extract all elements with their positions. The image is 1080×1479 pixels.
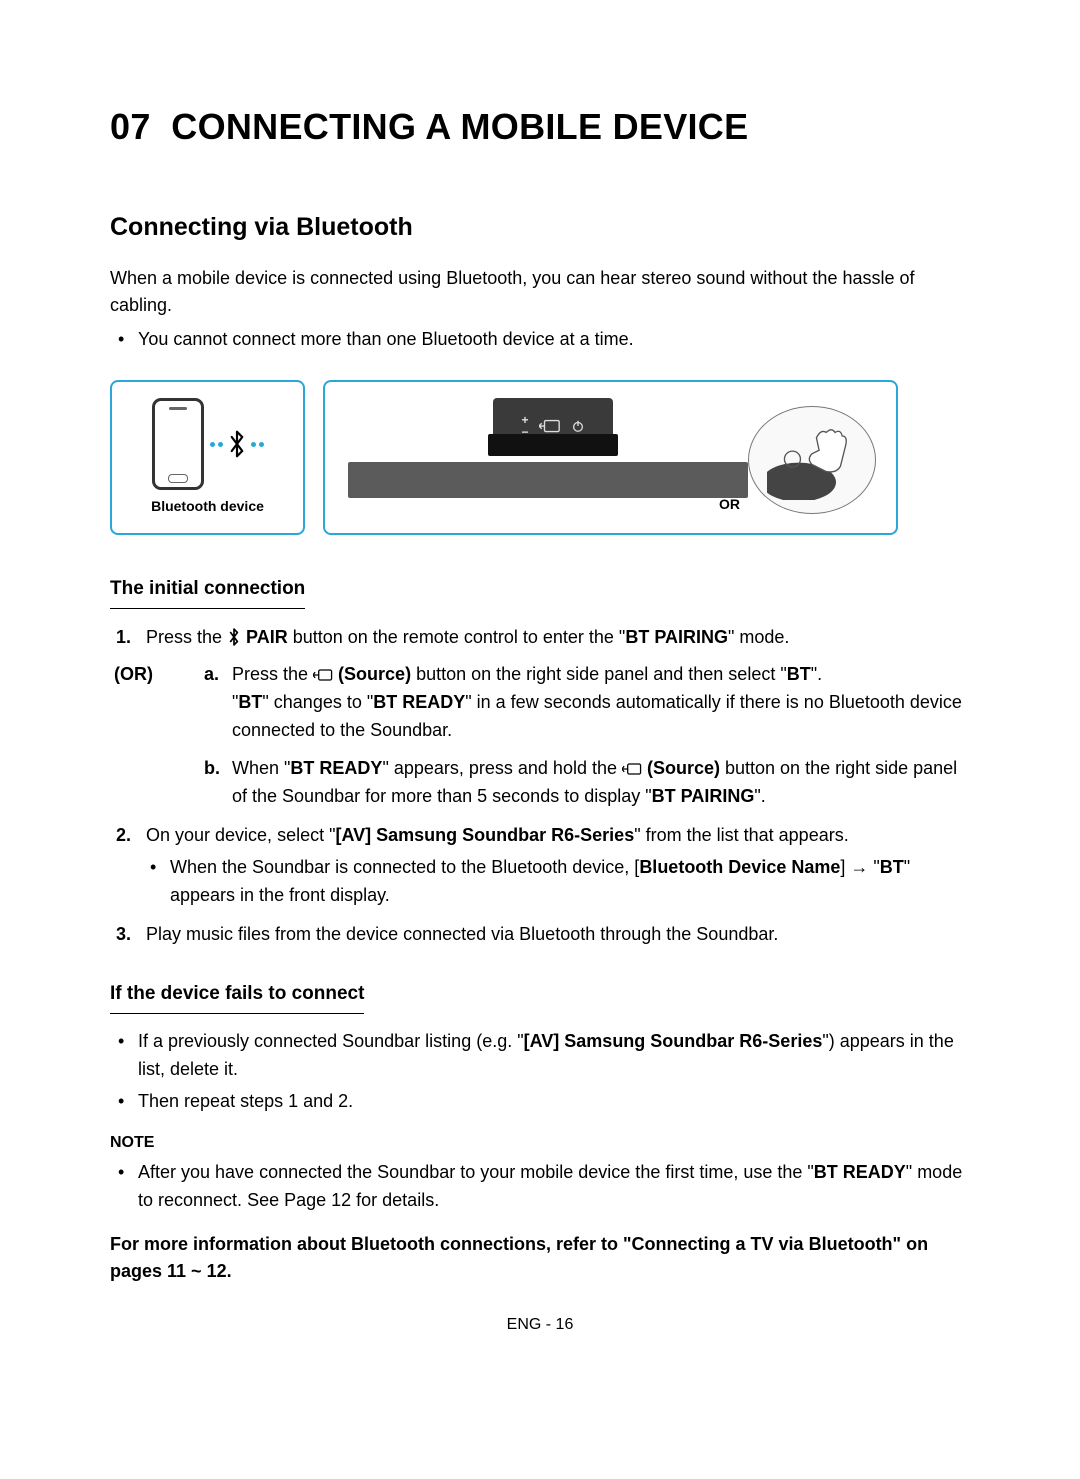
subsection-heading: Connecting via Bluetooth <box>110 209 970 247</box>
step-2-sub: When the Soundbar is connected to the Bl… <box>170 854 970 910</box>
fails-bullet-repeat: Then repeat steps 1 and 2. <box>138 1088 970 1116</box>
power-icon <box>571 419 585 433</box>
note-bullet-reconnect: After you have connected the Soundbar to… <box>138 1159 970 1215</box>
figure-soundbar: +− OR <box>323 380 898 535</box>
letter-marker: a. <box>204 661 219 689</box>
letter-marker: b. <box>204 755 220 783</box>
heading-initial-connection: The initial connection <box>110 575 305 609</box>
soundbar-body-icon <box>348 462 748 498</box>
fails-bullet-delete: If a previously connected Soundbar listi… <box>138 1028 970 1084</box>
heading-fails-to-connect: If the device fails to connect <box>110 980 364 1014</box>
step-number: 2. <box>116 821 131 850</box>
bluetooth-icon <box>226 430 248 458</box>
step-1b: b. When "BT READY" appears, press and ho… <box>204 755 970 811</box>
step-number: 3. <box>116 920 131 949</box>
figure-caption-left: Bluetooth device <box>151 496 264 517</box>
intro-bullet-single-device: You cannot connect more than one Bluetoo… <box>138 326 970 354</box>
section-title-text: CONNECTING A MOBILE DEVICE <box>171 106 748 147</box>
or-label: OR <box>719 494 740 515</box>
page-title: 07 CONNECTING A MOBILE DEVICE <box>110 100 970 154</box>
step-1a: a. Press the (Source) button on the righ… <box>204 661 970 745</box>
intro-paragraph: When a mobile device is connected using … <box>110 265 970 321</box>
figure-row: Bluetooth device +− OR <box>110 380 970 535</box>
page-number: ENG - 16 <box>110 1313 970 1337</box>
phone-icon <box>152 398 204 490</box>
source-button-icon <box>539 418 561 434</box>
figure-bluetooth-device: Bluetooth device <box>110 380 305 535</box>
step-1: 1. Press the PAIR button on the remote c… <box>110 623 970 652</box>
step-2: 2. On your device, select "[AV] Samsung … <box>110 821 970 910</box>
step-3: 3. Play music files from the device conn… <box>110 920 970 949</box>
bluetooth-signal-icon <box>210 430 264 458</box>
section-number: 07 <box>110 106 151 147</box>
soundbar-display-icon <box>488 434 618 456</box>
hand-press-icon <box>748 406 876 514</box>
or-tag: (OR) <box>114 661 153 688</box>
note-heading: NOTE <box>110 1131 970 1155</box>
source-icon <box>313 668 333 682</box>
source-icon <box>622 762 642 776</box>
footer-reference: For more information about Bluetooth con… <box>110 1231 970 1285</box>
bluetooth-pair-icon <box>227 628 241 646</box>
step-number: 1. <box>116 623 131 652</box>
